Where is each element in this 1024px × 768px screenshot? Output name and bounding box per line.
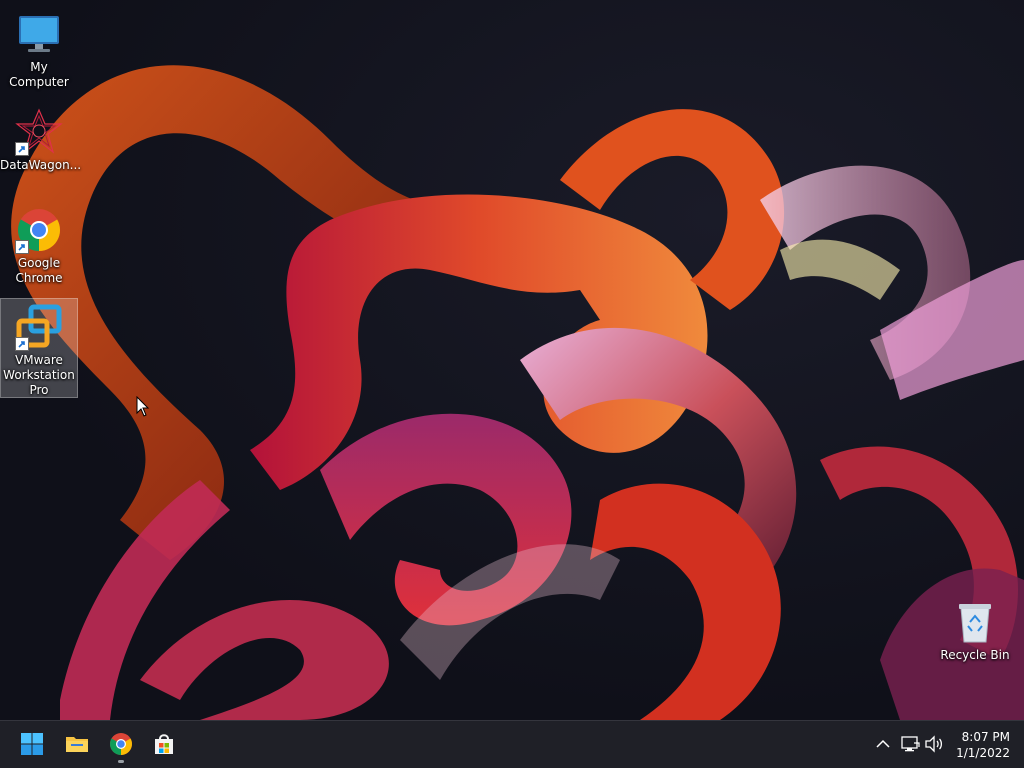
- wallpaper-image: [11, 65, 1024, 720]
- chevron-up-icon: [876, 739, 890, 748]
- chrome-icon: [110, 733, 132, 755]
- desktop-icon-recycle-bin[interactable]: Recycle Bin: [936, 594, 1014, 664]
- taskbar: 8:07 PM 1/1/2022: [0, 720, 1024, 768]
- desktop[interactable]: My Computer DataWagon... Google Chrome V…: [0, 0, 1024, 720]
- datawagon-icon: [15, 108, 63, 156]
- folder-icon: [66, 737, 88, 752]
- shortcut-arrow-icon: [15, 337, 29, 351]
- shortcut-arrow-icon: [15, 240, 29, 254]
- mouse-cursor-icon: [136, 396, 150, 417]
- chrome-button[interactable]: [104, 727, 138, 763]
- clock-time: 8:07 PM: [961, 730, 1010, 744]
- volume-icon: [925, 735, 943, 753]
- file-explorer-button[interactable]: [60, 727, 94, 761]
- windows-logo-icon: [21, 733, 43, 755]
- network-icon: [901, 736, 920, 752]
- running-indicator: [118, 760, 124, 763]
- recycle-bin-icon: [951, 598, 999, 646]
- monitor-icon: [15, 10, 63, 58]
- store-icon: [155, 734, 173, 754]
- desktop-icon-vmware-workstation-pro[interactable]: VMware Workstation Pro: [0, 298, 78, 398]
- desktop-icon-label: Recycle Bin: [940, 648, 1010, 662]
- chrome-icon: [15, 206, 63, 254]
- desktop-icon-label: Google Chrome: [15, 256, 63, 285]
- clock-date: 1/1/2022: [956, 746, 1010, 760]
- desktop-icon-label: DataWagon...: [0, 158, 82, 172]
- volume-button[interactable]: [923, 733, 945, 755]
- clock[interactable]: 8:07 PM 1/1/2022: [950, 729, 1010, 761]
- desktop-icon-google-chrome[interactable]: Google Chrome: [0, 202, 78, 286]
- shortcut-arrow-icon: [15, 142, 29, 156]
- microsoft-store-button[interactable]: [147, 727, 181, 761]
- desktop-icon-label: My Computer: [9, 60, 69, 89]
- show-hidden-icons-button[interactable]: [872, 733, 894, 755]
- network-button[interactable]: [899, 733, 921, 755]
- desktop-icon-my-computer[interactable]: My Computer: [0, 6, 78, 89]
- desktop-icon-datawagon[interactable]: DataWagon...: [0, 104, 82, 174]
- start-button[interactable]: [15, 727, 49, 761]
- vmware-icon: [15, 303, 63, 351]
- desktop-icon-label: VMware Workstation Pro: [3, 353, 75, 397]
